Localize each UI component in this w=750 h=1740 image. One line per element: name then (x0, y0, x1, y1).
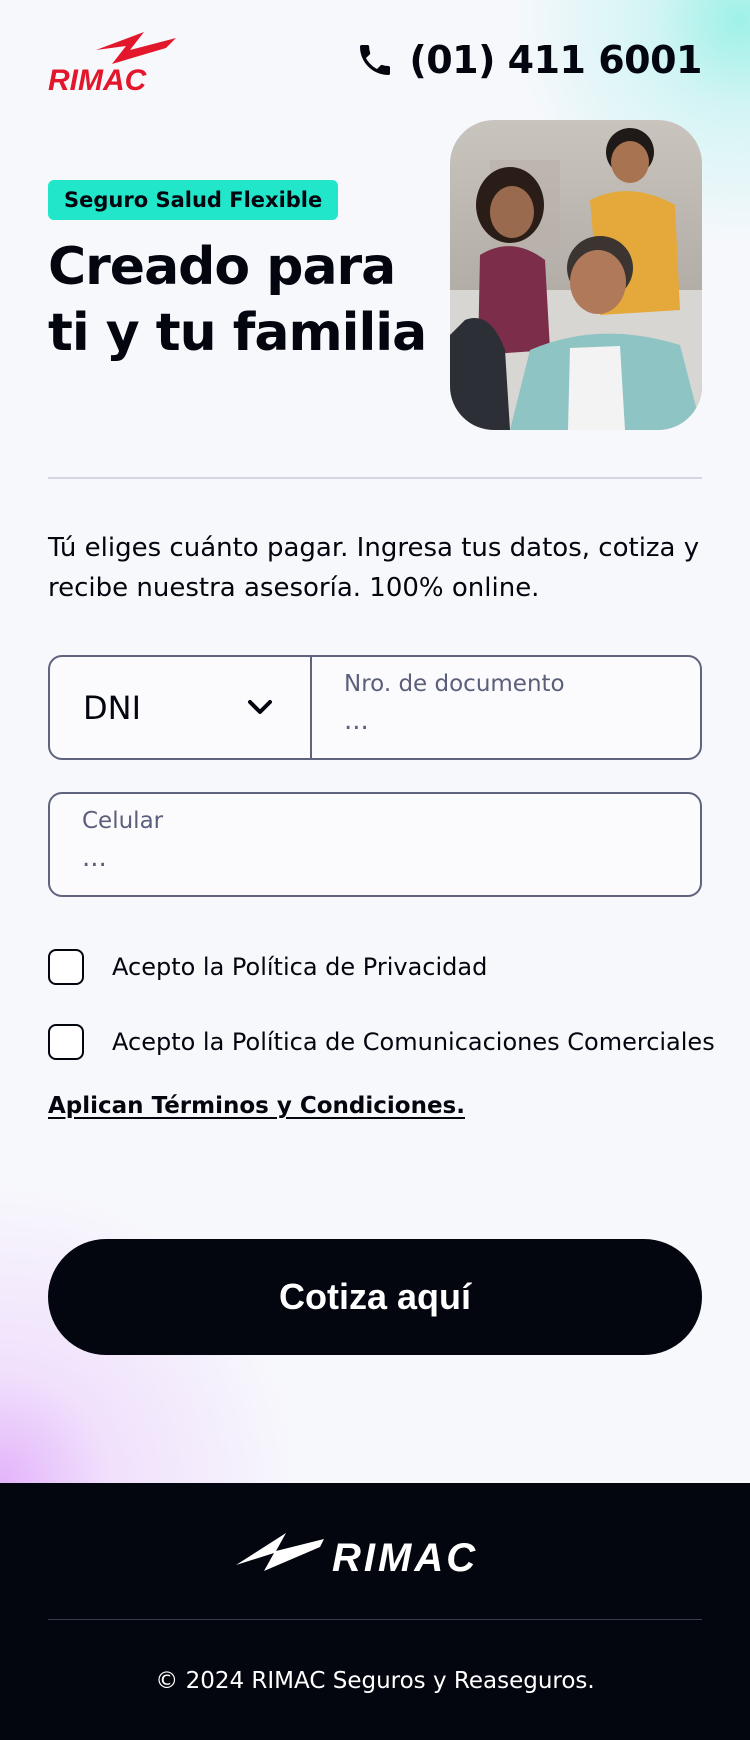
phone-icon (360, 45, 391, 75)
product-badge: Seguro Salud Flexible (48, 180, 339, 220)
phone-input[interactable] (82, 840, 668, 876)
phone-field[interactable]: Celular (48, 792, 702, 897)
document-type-select[interactable]: DNI (50, 657, 312, 758)
family-photo (450, 120, 702, 430)
quote-button[interactable]: Cotiza aquí (48, 1239, 702, 1355)
document-type-value: DNI (83, 688, 142, 727)
copyright-text: © 2024 RIMAC Seguros y Reaseguros. (155, 1668, 595, 1694)
phone-field-label: Celular (82, 808, 164, 834)
svg-text:RIMAC: RIMAC (48, 64, 148, 94)
page-background: RIMAC (01) 411 6001 Seguro Salud Flexibl… (0, 0, 750, 1483)
intro-text: Tú eliges cuánto pagar. Ingresa tus dato… (48, 533, 700, 603)
rimac-logo[interactable]: RIMAC (48, 28, 178, 94)
commercial-checkbox[interactable] (48, 1024, 84, 1060)
svg-text:RIMAC: RIMAC (332, 1536, 478, 1575)
document-number-input[interactable] (344, 703, 668, 739)
document-field-group: DNI Nro. de documento (48, 655, 702, 760)
footer-rimac-logo: RIMAC (236, 1533, 478, 1575)
privacy-label: Acepto la Política de Privacidad (112, 953, 488, 981)
privacy-consent-row[interactable]: Acepto la Política de Privacidad (48, 949, 487, 985)
document-number-field[interactable]: Nro. de documento (312, 657, 700, 758)
footer-divider (48, 1619, 702, 1620)
privacy-checkbox[interactable] (48, 949, 84, 985)
title-line-1: Creado para (48, 237, 396, 297)
commercial-consent-row[interactable]: Acepto la Política de Comunicaciones Com… (48, 1024, 715, 1060)
section-divider (48, 477, 702, 479)
commercial-label: Acepto la Política de Comunicaciones Com… (112, 1028, 715, 1056)
phone-number: (01) 411 6001 (409, 38, 702, 82)
document-number-label: Nro. de documento (344, 671, 565, 697)
chevron-down-icon (248, 699, 272, 714)
terms-link[interactable]: Aplican Términos y Condiciones. (48, 1093, 465, 1119)
phone-link[interactable]: (01) 411 6001 (355, 36, 702, 84)
page-title: Creado para ti y tu familia (48, 234, 428, 366)
footer: RIMAC © 2024 RIMAC Seguros y Reaseguros. (0, 1483, 750, 1740)
title-line-2: ti y tu familia (48, 303, 427, 363)
